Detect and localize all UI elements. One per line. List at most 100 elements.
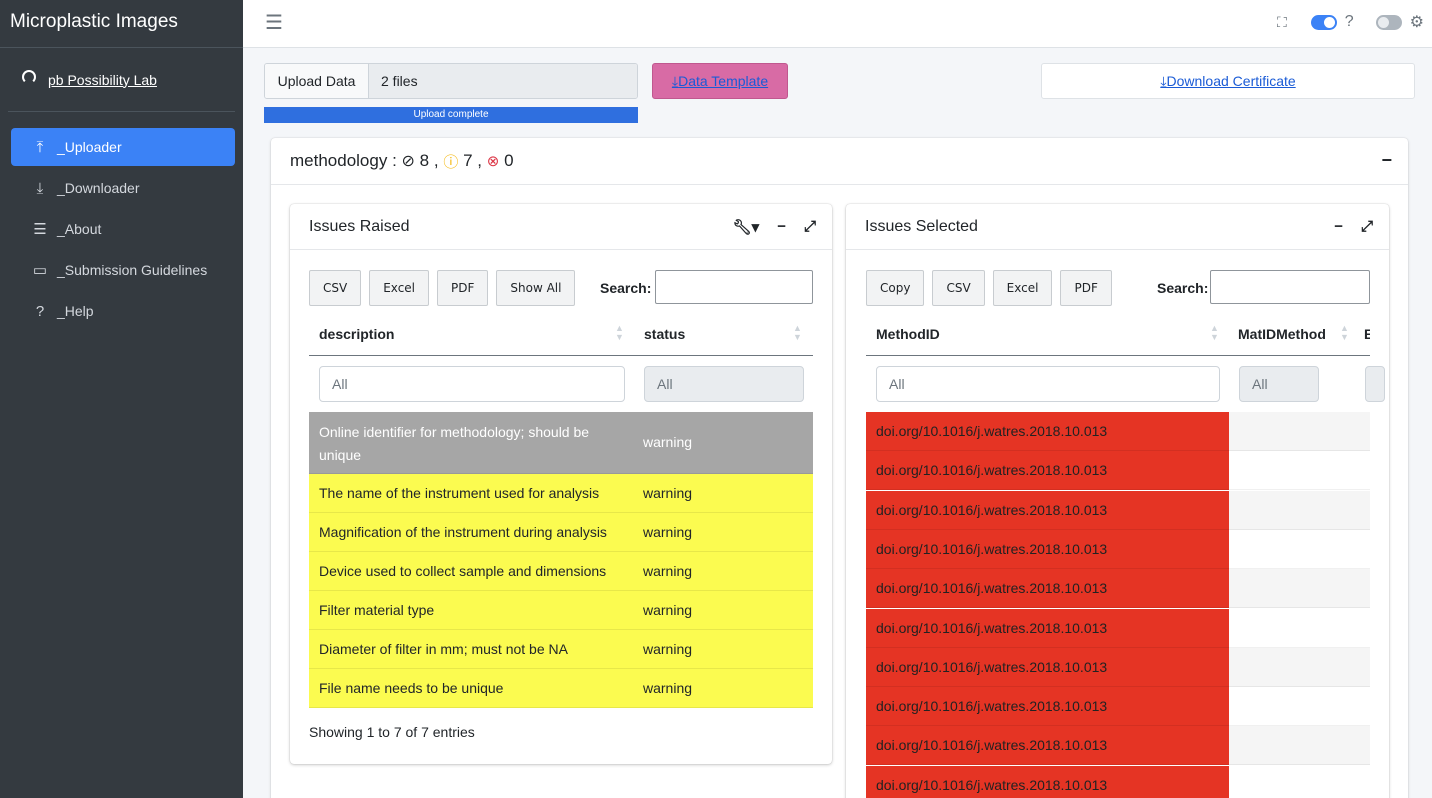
issues-selected-header: Issues Selected − ⤢ (846, 204, 1389, 250)
data-template-label: Data Template (678, 73, 769, 89)
csv-button[interactable]: CSV (309, 270, 362, 306)
table-row[interactable]: doi.org/10.1016/j.watres.2018.10.013 (866, 569, 1370, 609)
column-header-methodid[interactable]: MethodID (876, 326, 940, 342)
table-row[interactable]: File name needs to be unique warning (309, 669, 813, 708)
methodid-text: doi.org/10.1016/j.watres.2018.10.013 (876, 462, 1108, 479)
methodid-cell: doi.org/10.1016/j.watres.2018.10.013 (866, 529, 1229, 569)
extra-filter[interactable] (1365, 366, 1385, 402)
column-header-description[interactable]: description (319, 326, 394, 342)
table-row[interactable]: Online identifier for methodology; shoul… (309, 412, 813, 474)
empty-cell (1229, 490, 1370, 530)
sidebar-item-help[interactable]: ? _Help (11, 292, 235, 330)
upload-icon: ⤒ (36, 138, 44, 156)
sort-icon[interactable]: ▲ ▼ (793, 324, 802, 342)
sort-icon[interactable]: ▲ ▼ (1340, 324, 1349, 342)
app-title[interactable]: Microplastic Images (0, 0, 243, 48)
table-row[interactable]: The name of the instrument used for anal… (309, 474, 813, 513)
sidebar-nav: ⤒ _Uploader ⤓ _Downloader ☰ _About ▭ _Su… (0, 128, 243, 330)
sort-icon[interactable]: ▲ ▼ (1210, 324, 1219, 342)
excel-button[interactable]: Excel (992, 270, 1053, 306)
upload-progress-bar: Upload complete (264, 107, 638, 123)
csv-button[interactable]: CSV (932, 270, 985, 306)
dark-mode-toggle[interactable] (1375, 14, 1402, 30)
column-header-status[interactable]: status (644, 326, 685, 342)
minimize-icon[interactable]: − (777, 218, 786, 236)
empty-cell (1229, 687, 1370, 727)
methodid-cell: doi.org/10.1016/j.watres.2018.10.013 (866, 451, 1229, 491)
user-panel: pb Possibility Lab (8, 48, 235, 112)
sidebar-item-submission-guidelines[interactable]: ▭ _Submission Guidelines (11, 251, 235, 289)
upload-data-button[interactable]: Upload Data (265, 64, 369, 98)
sort-icon[interactable]: ▲ ▼ (615, 324, 624, 342)
export-buttons: CSV Excel PDF Show All (309, 270, 576, 306)
sidebar-item-about[interactable]: ☰ _About (11, 210, 235, 248)
empty-cell (1229, 647, 1370, 687)
description-cell: Magnification of the instrument during a… (319, 524, 607, 540)
column-header-truncated[interactable]: E (1364, 326, 1370, 342)
methodid-text: doi.org/10.1016/j.watres.2018.10.013 (876, 580, 1108, 597)
data-template-button[interactable]: ⤓ Data Template (652, 63, 788, 99)
table-row[interactable]: doi.org/10.1016/j.watres.2018.10.013 (866, 687, 1370, 727)
empty-cell (1229, 608, 1370, 648)
empty-cell (1229, 726, 1370, 766)
user-link[interactable]: pb Possibility Lab (48, 72, 157, 88)
fullscreen-icon[interactable]: ⛶ (1277, 14, 1287, 31)
menu-toggle-icon[interactable]: ☰ (265, 10, 283, 35)
search-input[interactable] (1210, 270, 1370, 304)
upload-files-field[interactable]: 2 files (369, 64, 637, 98)
table-row[interactable]: doi.org/10.1016/j.watres.2018.10.013 (866, 647, 1370, 687)
table-row[interactable]: Diameter of filter in mm; must not be NA… (309, 630, 813, 669)
copy-button[interactable]: Copy (866, 270, 925, 306)
sidebar-item-label: _Uploader (57, 139, 122, 155)
warn-count: 7 (463, 151, 473, 170)
status-filter[interactable]: All (644, 366, 804, 402)
search-input[interactable] (655, 270, 813, 304)
methodid-filter[interactable]: All (876, 366, 1220, 402)
description-cell: Device used to collect sample and dimens… (319, 563, 607, 579)
table-row[interactable]: doi.org/10.1016/j.watres.2018.10.013 (866, 412, 1370, 451)
collapse-icon[interactable]: − (1381, 150, 1392, 171)
matidmethod-filter[interactable]: All (1239, 366, 1319, 402)
table-row[interactable]: doi.org/10.1016/j.watres.2018.10.013 (866, 726, 1370, 766)
expand-icon[interactable]: ⤢ (1361, 218, 1373, 235)
pdf-button[interactable]: PDF (1060, 270, 1112, 306)
issues-selected-title: Issues Selected (865, 217, 978, 235)
description-filter[interactable]: All (319, 366, 625, 402)
help-icon: ? (1344, 13, 1354, 30)
warning-circle-icon: ⓘ (443, 153, 459, 171)
sidebar-item-downloader[interactable]: ⤓ _Downloader (11, 169, 235, 207)
check-circle-icon: ⊘ (401, 153, 415, 170)
methodology-card: methodology : ⊘ 8 , ⓘ 7 , ⊗ 0 − Issues R… (271, 138, 1408, 798)
separator: : (387, 151, 402, 170)
table-row[interactable]: doi.org/10.1016/j.watres.2018.10.013 (866, 490, 1370, 530)
empty-cell (1229, 412, 1370, 451)
help-toggle[interactable] (1310, 14, 1337, 30)
column-header-matidmethod[interactable]: MatIDMethod (1238, 326, 1326, 342)
wrench-icon[interactable]: 🔧︎▾ (733, 218, 760, 236)
methodid-cell: doi.org/10.1016/j.watres.2018.10.013 (866, 569, 1229, 609)
error-circle-icon: ⊗ (486, 153, 500, 170)
methodid-text: doi.org/10.1016/j.watres.2018.10.013 (876, 423, 1108, 439)
table-row[interactable]: doi.org/10.1016/j.watres.2018.10.013 (866, 451, 1370, 491)
methodology-header: methodology : ⊘ 8 , ⓘ 7 , ⊗ 0 − (271, 138, 1408, 185)
table-row[interactable]: doi.org/10.1016/j.watres.2018.10.013 (866, 608, 1370, 648)
table-row[interactable]: doi.org/10.1016/j.watres.2018.10.013 (866, 765, 1370, 798)
sidebar-item-uploader[interactable]: ⤒ _Uploader (11, 128, 235, 166)
table-row[interactable]: Magnification of the instrument during a… (309, 513, 813, 552)
status-cell: warning (643, 485, 693, 501)
pdf-button[interactable]: PDF (437, 270, 489, 306)
upload-file-input: Upload Data 2 files (264, 63, 638, 99)
empty-cell (1229, 529, 1370, 569)
expand-icon[interactable]: ⤢ (804, 218, 816, 236)
status-cell: warning (643, 524, 693, 540)
table-row[interactable]: Filter material type warning (309, 591, 813, 630)
download-certificate-button[interactable]: ⤓ Download Certificate (1041, 63, 1415, 99)
top-bar: ☰ ⛶ ? ⚙ (243, 0, 1432, 48)
excel-button[interactable]: Excel (369, 270, 430, 306)
minimize-icon[interactable]: − (1334, 218, 1343, 235)
show-all-button[interactable]: Show All (496, 270, 576, 306)
issues-selected-card: Issues Selected − ⤢ Copy CSV Excel PDF S… (846, 204, 1389, 798)
gear-icon[interactable]: ⚙ (1410, 12, 1424, 32)
table-row[interactable]: Device used to collect sample and dimens… (309, 552, 813, 591)
table-row[interactable]: doi.org/10.1016/j.watres.2018.10.013 (866, 529, 1370, 569)
